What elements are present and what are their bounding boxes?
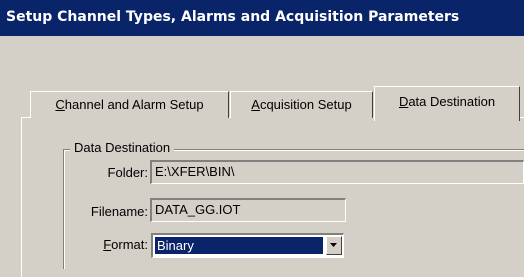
tab-accel-key: A [251,97,260,112]
format-label-text: ormat: [111,237,148,252]
group-title: Data Destination [70,140,175,155]
tab-channel-and-alarm-setup[interactable]: Channel and Alarm Setup [30,91,229,118]
format-selected-value: Binary [154,236,324,255]
window-title: Setup Channel Types, Alarms and Acquisit… [0,0,524,36]
tab-acquisition-setup[interactable]: Acquisition Setup [230,91,373,118]
format-label: Format: [70,237,148,252]
tab-accel-key: D [398,94,409,109]
folder-label: Folder: [107,165,148,180]
folder-field[interactable]: E:\XFER\BIN\ [150,160,524,184]
format-select[interactable]: Binary [151,233,344,258]
tab-data-destination[interactable]: Data Destination [374,86,520,121]
tab-label: ata Destination [408,94,496,109]
filename-field[interactable]: DATA_GG.IOT [150,198,346,222]
tab-label: hannel and Alarm Setup [64,97,204,112]
filename-label: Filename: [90,204,148,219]
tab-accel-key: C [55,97,65,112]
chevron-down-icon [330,243,337,247]
dropdown-button[interactable] [326,236,342,255]
tab-label: cquisition Setup [259,97,352,112]
format-accel-key: F [103,237,112,252]
